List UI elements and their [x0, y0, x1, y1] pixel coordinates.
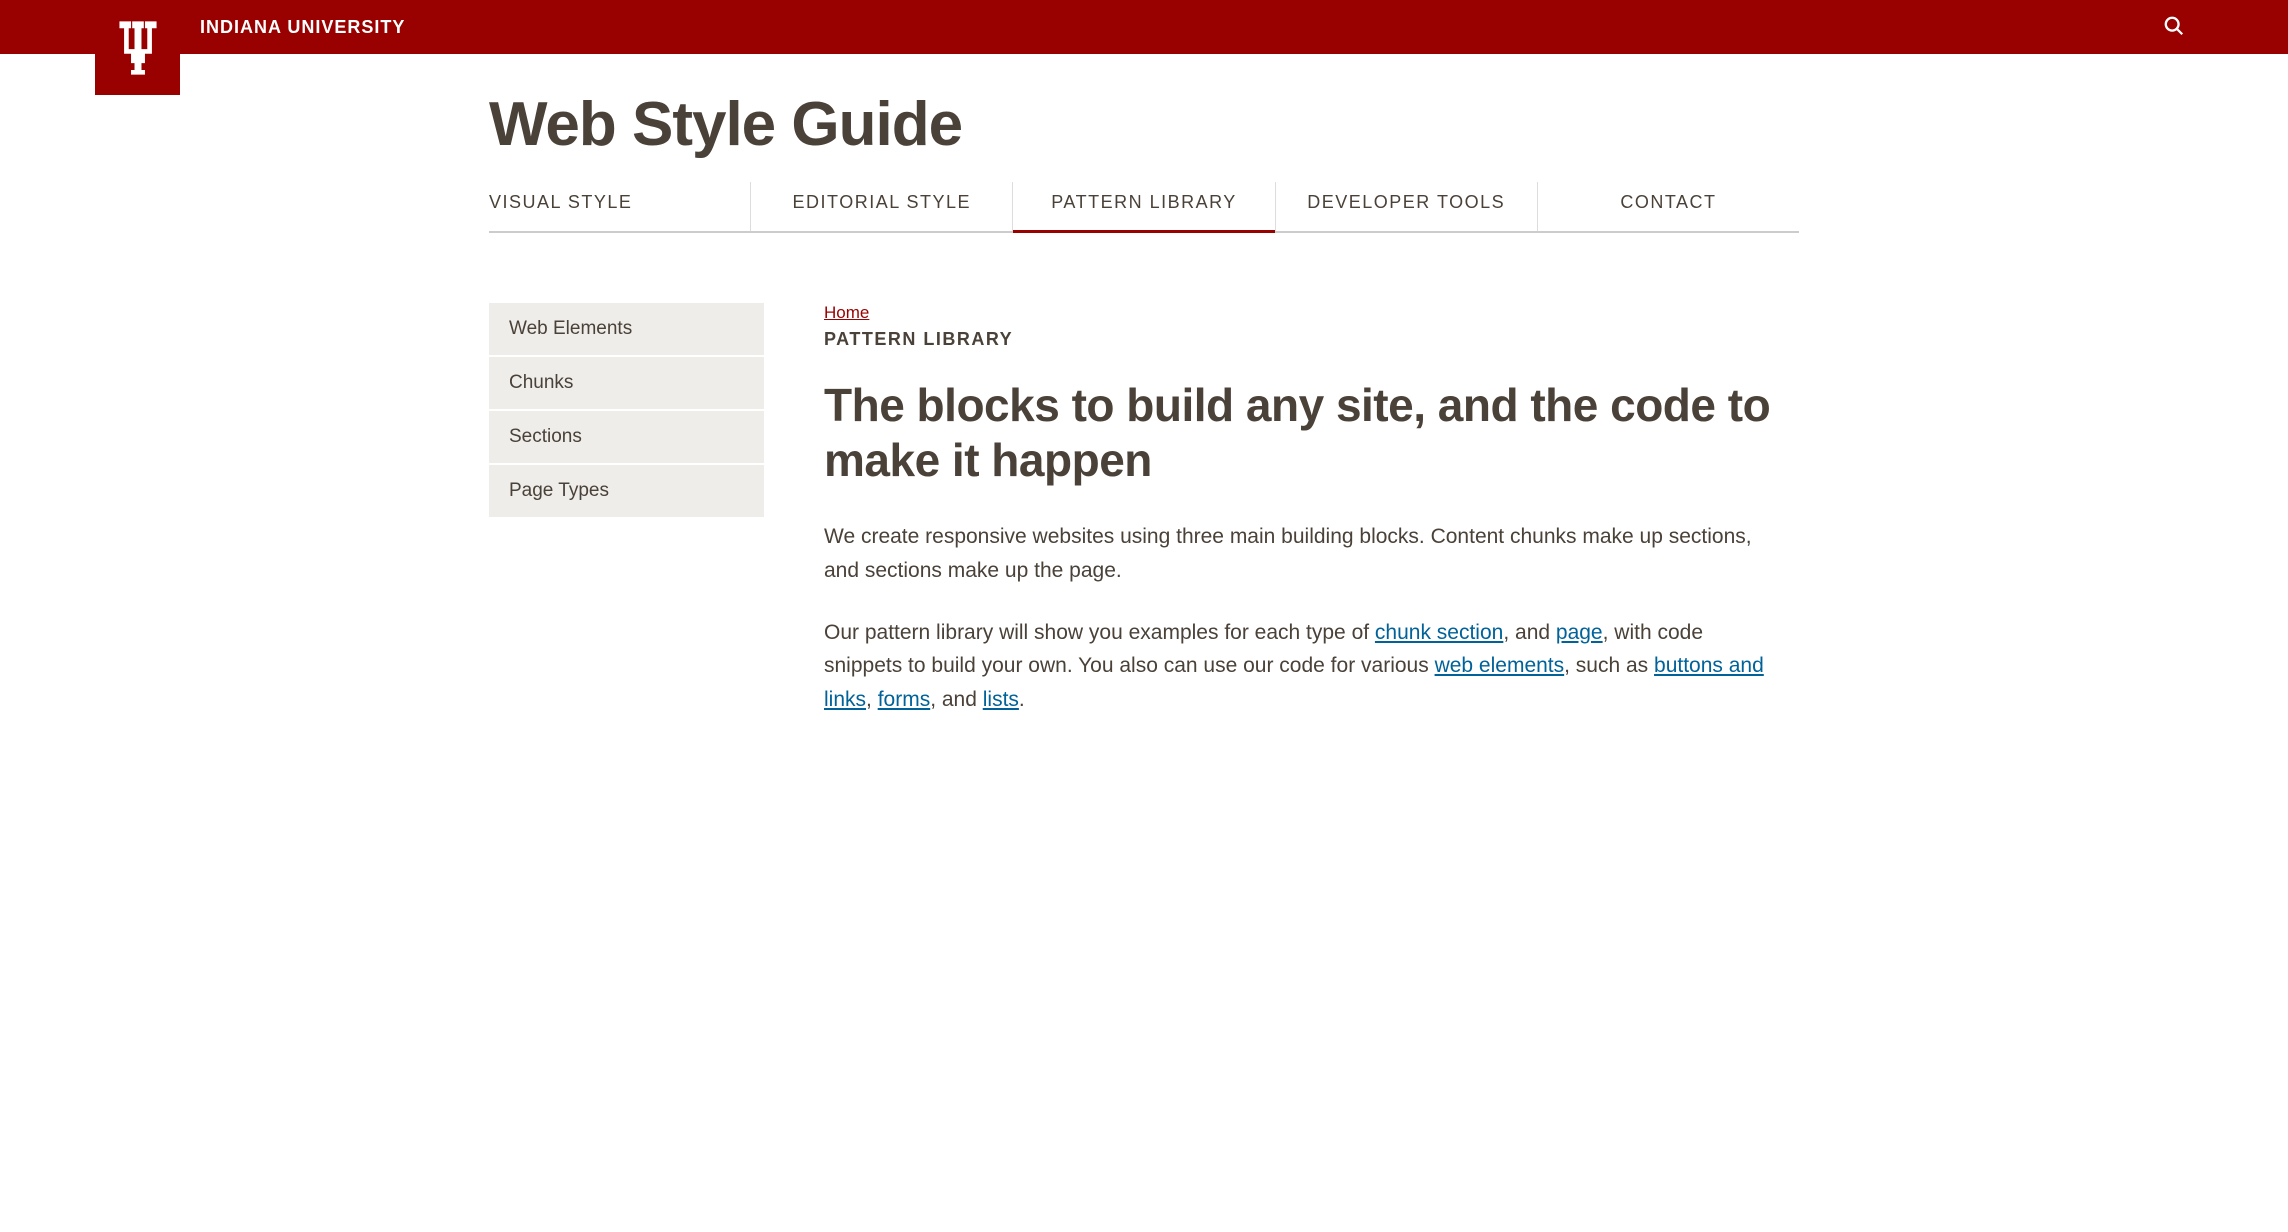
iu-logo[interactable] — [95, 0, 180, 95]
link-chunk-section[interactable]: chunk section — [1375, 621, 1503, 644]
text-segment: , such as — [1564, 654, 1654, 677]
search-icon — [2163, 15, 2185, 37]
nav-editorial-style[interactable]: EDITORIAL STYLE — [751, 182, 1013, 231]
content-wrap: Web Elements Chunks Sections Page Types … — [0, 233, 2288, 784]
text-segment: , and — [930, 688, 983, 711]
nav-developer-tools[interactable]: DEVELOPER TOOLS — [1276, 182, 1538, 231]
link-page[interactable]: page — [1556, 621, 1603, 644]
nav-pattern-library-label: PATTERN LIBRARY — [1051, 192, 1237, 212]
section-label: PATTERN LIBRARY — [824, 329, 1784, 350]
nav-visual-style[interactable]: VISUAL STYLE — [489, 182, 751, 231]
sidebar-item-page-types[interactable]: Page Types — [489, 465, 764, 519]
link-web-elements[interactable]: web elements — [1435, 654, 1565, 677]
link-lists[interactable]: lists — [983, 688, 1019, 711]
search-button[interactable] — [2155, 7, 2193, 48]
sidebar-item-chunks[interactable]: Chunks — [489, 357, 764, 411]
text-segment: Our pattern library will show you exampl… — [824, 621, 1375, 644]
university-name[interactable]: INDIANA UNIVERSITY — [200, 17, 405, 38]
breadcrumb-home[interactable]: Home — [824, 303, 869, 323]
sidebar: Web Elements Chunks Sections Page Types — [489, 303, 764, 744]
active-underline — [1046, 230, 1242, 233]
text-segment: , — [866, 688, 878, 711]
page-heading: The blocks to build any site, and the co… — [824, 378, 1784, 488]
header-region: Web Style Guide VISUAL STYLE EDITORIAL S… — [0, 89, 2288, 233]
site-title[interactable]: Web Style Guide — [489, 89, 1799, 160]
iu-trident-icon — [114, 19, 162, 77]
nav-contact[interactable]: CONTACT — [1538, 182, 1799, 231]
nav-pattern-library[interactable]: PATTERN LIBRARY — [1013, 182, 1275, 231]
intro-paragraph-1: We create responsive websites using thre… — [824, 520, 1784, 587]
main-nav: VISUAL STYLE EDITORIAL STYLE PATTERN LIB… — [489, 182, 1799, 233]
text-segment: , and — [1503, 621, 1556, 644]
main-content: Home PATTERN LIBRARY The blocks to build… — [824, 303, 1784, 744]
intro-paragraph-2: Our pattern library will show you exampl… — [824, 616, 1784, 717]
link-forms[interactable]: forms — [878, 688, 931, 711]
global-topbar: INDIANA UNIVERSITY — [0, 0, 2288, 54]
sidebar-item-web-elements[interactable]: Web Elements — [489, 303, 764, 357]
text-segment: . — [1019, 688, 1025, 711]
sidebar-item-sections[interactable]: Sections — [489, 411, 764, 465]
